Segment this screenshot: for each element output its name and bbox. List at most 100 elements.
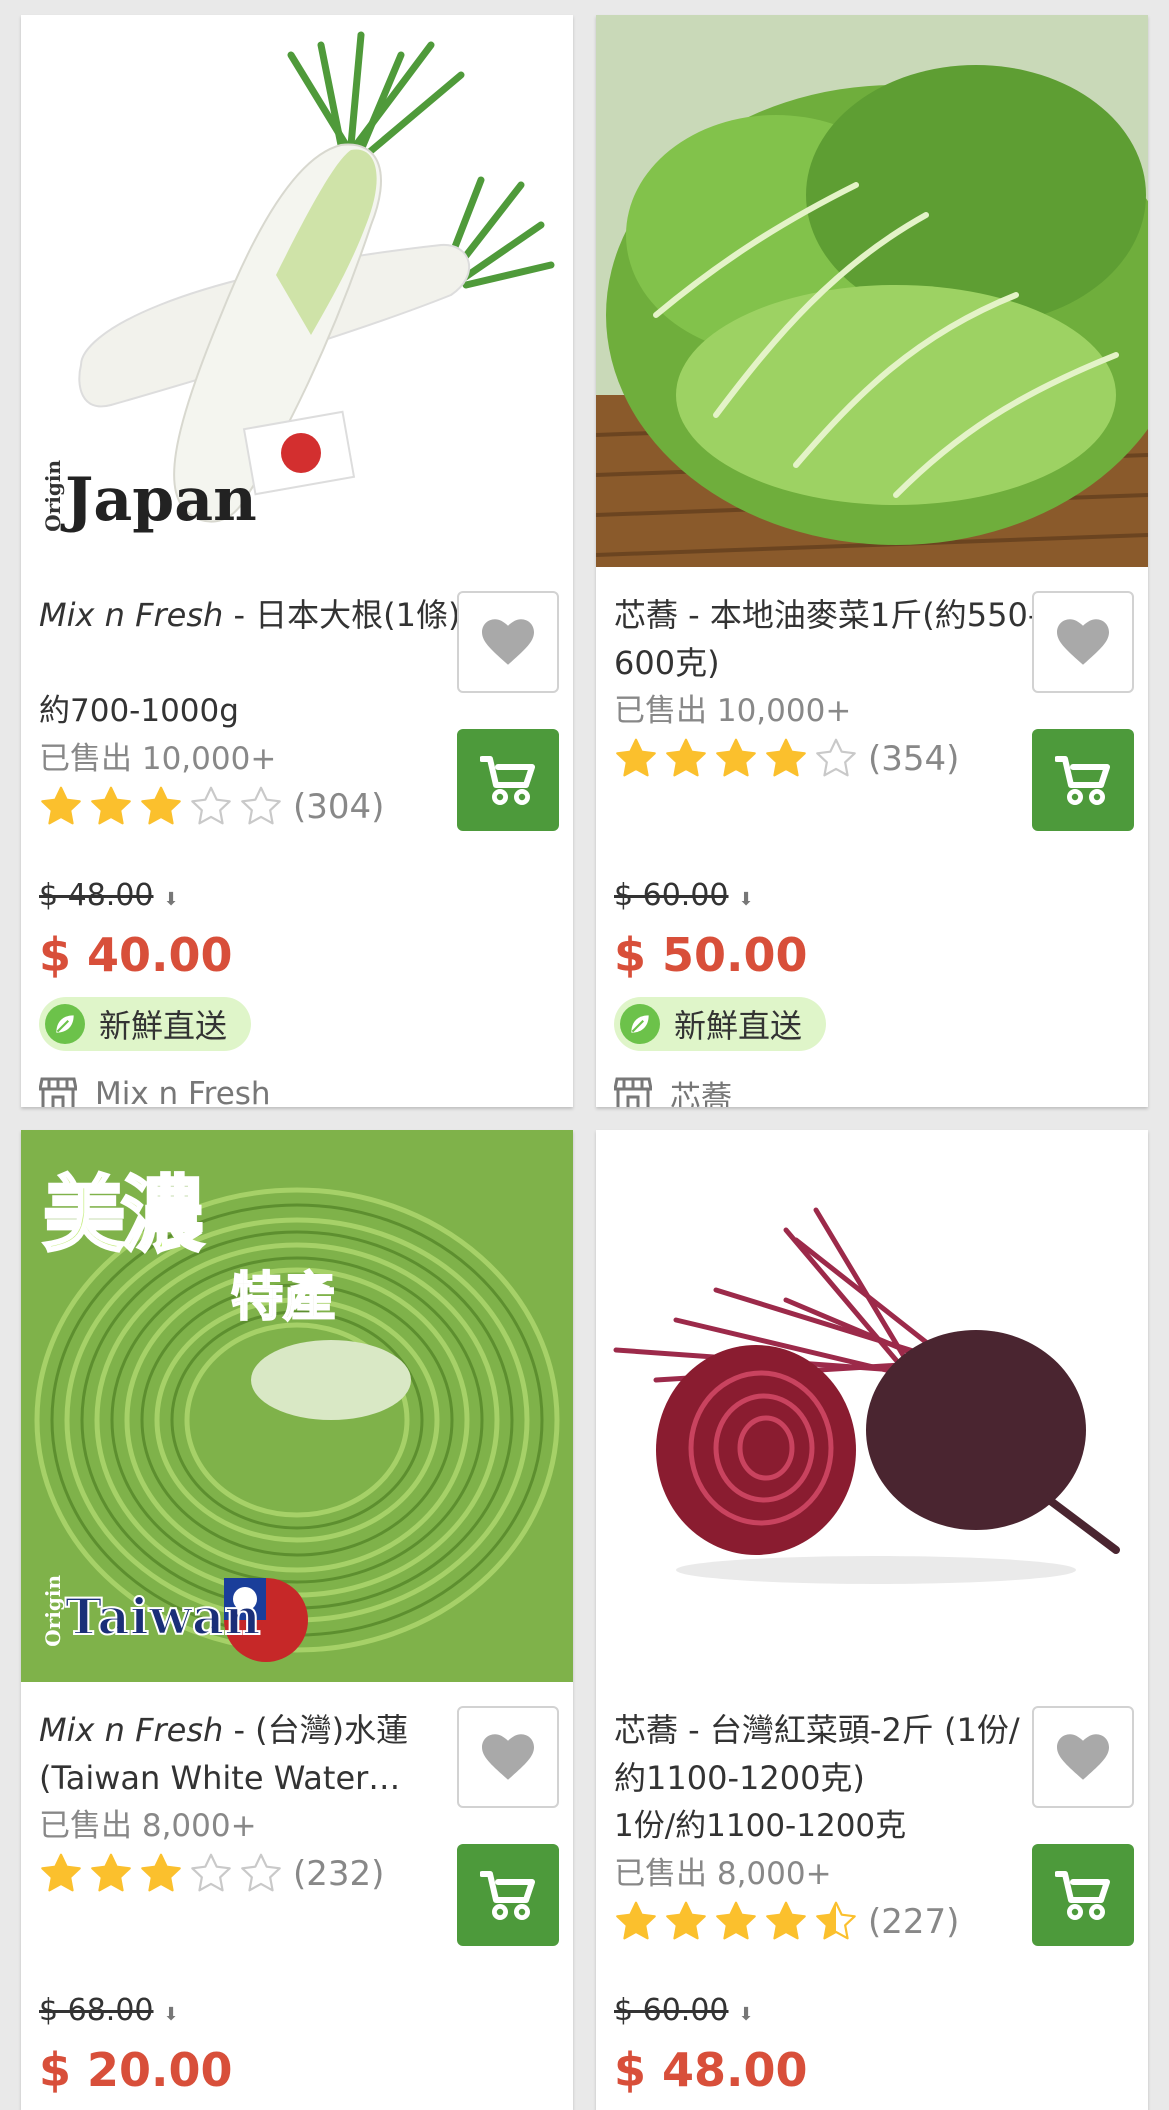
fresh-delivery-tag: 新鮮直送	[614, 997, 827, 1051]
product-title[interactable]: Mix n Fresh - 日本大根(1條)	[39, 591, 467, 639]
star-icon-empty	[241, 1853, 281, 1892]
original-price-row: $ 60.00 ⬇	[614, 1986, 754, 2039]
star-icon-full	[141, 786, 181, 825]
star-icon-full	[766, 738, 806, 777]
fresh-tag-label: 新鮮直送	[674, 1007, 803, 1045]
store-link[interactable]: 芯蕎	[614, 1067, 732, 1107]
product-name: - 日本大根(1條)	[223, 596, 461, 634]
sale-price: $ 48.00	[614, 2043, 808, 2097]
product-card[interactable]: Origin Japan Mix n Fresh - 日本大根(1條) 約700…	[21, 15, 573, 1107]
star-rating	[614, 737, 864, 781]
star-icon-full	[716, 1901, 756, 1940]
star-rating	[614, 1900, 864, 1944]
heart-icon	[1057, 619, 1109, 665]
star-icon-full	[716, 738, 756, 777]
origin-place: Taiwan	[64, 1586, 262, 1647]
star-icon-empty	[241, 786, 281, 825]
rating-count: (232)	[293, 1854, 385, 1894]
leaf-icon	[45, 1004, 85, 1044]
origin-label: Origin Taiwan	[41, 1575, 262, 1647]
star-icon-empty	[191, 1853, 231, 1892]
favorite-button[interactable]	[1032, 591, 1134, 693]
product-title[interactable]: Mix n Fresh - (台灣)水蓮(Taiwan White Water…	[39, 1706, 467, 1802]
overlay-text-1: 美濃	[41, 1167, 204, 1265]
star-icon-empty	[816, 738, 856, 777]
origin-word: Origin	[41, 460, 65, 532]
product-variant: 約700-1000g	[39, 693, 239, 729]
rating: (304)	[39, 783, 384, 831]
down-arrow-icon: ⬇	[738, 2004, 754, 2025]
original-price: $ 60.00	[614, 878, 729, 913]
product-title[interactable]: 芯蕎 - 本地油麥菜1斤(約550-600克)	[614, 591, 1042, 687]
sale-price: $ 40.00	[39, 928, 233, 982]
heart-icon	[482, 1734, 534, 1780]
fresh-tag-label: 新鮮直送	[99, 1007, 228, 1045]
favorite-button[interactable]	[457, 591, 559, 693]
star-rating	[39, 785, 289, 829]
origin-word: Origin	[41, 1575, 65, 1647]
product-variant: 1份/約1100-1200克	[614, 1808, 907, 1844]
rating-count: (304)	[293, 787, 385, 827]
store-name: Mix n Fresh	[95, 1076, 271, 1107]
product-title[interactable]: 芯蕎 - 台灣紅菜頭-2斤 (1份/約1100-1200克)	[614, 1706, 1042, 1802]
store-icon	[39, 1077, 77, 1107]
star-icon-full	[91, 786, 131, 825]
star-rating	[39, 1852, 289, 1896]
product-image[interactable]	[596, 15, 1148, 567]
add-to-cart-button[interactable]	[457, 1844, 559, 1946]
product-brand: Mix n Fresh	[39, 1711, 224, 1749]
star-icon-full	[616, 1901, 656, 1940]
original-price: $ 60.00	[614, 1993, 729, 2028]
cart-icon	[1055, 756, 1110, 805]
overlay-text-2: 特產	[230, 1267, 336, 1329]
product-card[interactable]: 美濃 特產 Origin Taiwan Mix n Fresh - (台灣)水蓮…	[21, 1130, 573, 2110]
star-icon-full	[41, 786, 81, 825]
heart-icon	[1057, 1734, 1109, 1780]
cart-icon	[480, 1871, 535, 1920]
product-name: 芯蕎 - 台灣紅菜頭-2斤 (1份/約1100-1200克)	[614, 1711, 1020, 1797]
rating-count: (354)	[868, 739, 960, 779]
product-image[interactable]: 美濃 特產 Origin Taiwan	[21, 1130, 573, 1682]
rating: (227)	[614, 1898, 959, 1946]
down-arrow-icon: ⬇	[163, 889, 179, 910]
fresh-delivery-tag: 新鮮直送	[39, 997, 252, 1051]
original-price-row: $ 48.00 ⬇	[39, 871, 179, 924]
star-icon-full	[616, 738, 656, 777]
origin-place: Japan	[65, 464, 257, 535]
product-name: 芯蕎 - 本地油麥菜1斤(約550-600克)	[614, 596, 1040, 682]
down-arrow-icon: ⬇	[738, 889, 754, 910]
star-icon-full	[141, 1853, 181, 1892]
rating: (354)	[614, 735, 959, 783]
product-card[interactable]: 芯蕎 - 本地油麥菜1斤(約550-600克) 已售出 10,000+ (354…	[596, 15, 1148, 1107]
cart-icon	[480, 756, 535, 805]
original-price-row: $ 60.00 ⬇	[614, 871, 754, 924]
sold-count: 已售出 10,000+	[614, 693, 852, 729]
favorite-button[interactable]	[1032, 1706, 1134, 1808]
store-name: 芯蕎	[670, 1079, 732, 1108]
star-icon-full	[666, 1901, 706, 1940]
origin-label: Origin Japan	[41, 460, 257, 532]
product-brand: Mix n Fresh	[39, 596, 224, 634]
sold-count: 已售出 8,000+	[39, 1808, 257, 1844]
product-image[interactable]: Origin Japan	[21, 15, 573, 567]
heart-icon	[482, 619, 534, 665]
sold-count: 已售出 8,000+	[614, 1856, 832, 1892]
original-price-row: $ 68.00 ⬇	[39, 1986, 179, 2039]
rating-count: (227)	[868, 1902, 960, 1942]
star-icon-half	[816, 1901, 856, 1940]
favorite-button[interactable]	[457, 1706, 559, 1808]
add-to-cart-button[interactable]	[1032, 729, 1134, 831]
add-to-cart-button[interactable]	[1032, 1844, 1134, 1946]
star-icon-full	[666, 738, 706, 777]
original-price: $ 68.00	[39, 1993, 154, 2028]
store-icon	[614, 1077, 652, 1107]
leaf-icon	[620, 1004, 660, 1044]
product-card[interactable]: 芯蕎 - 台灣紅菜頭-2斤 (1份/約1100-1200克) 1份/約1100-…	[596, 1130, 1148, 2110]
product-image[interactable]	[596, 1130, 1148, 1682]
sale-price: $ 20.00	[39, 2043, 233, 2097]
store-link[interactable]: Mix n Fresh	[39, 1067, 271, 1107]
sale-price: $ 50.00	[614, 928, 808, 982]
star-icon-full	[91, 1853, 131, 1892]
product-grid: Origin Japan Mix n Fresh - 日本大根(1條) 約700…	[0, 0, 1169, 2110]
add-to-cart-button[interactable]	[457, 729, 559, 831]
